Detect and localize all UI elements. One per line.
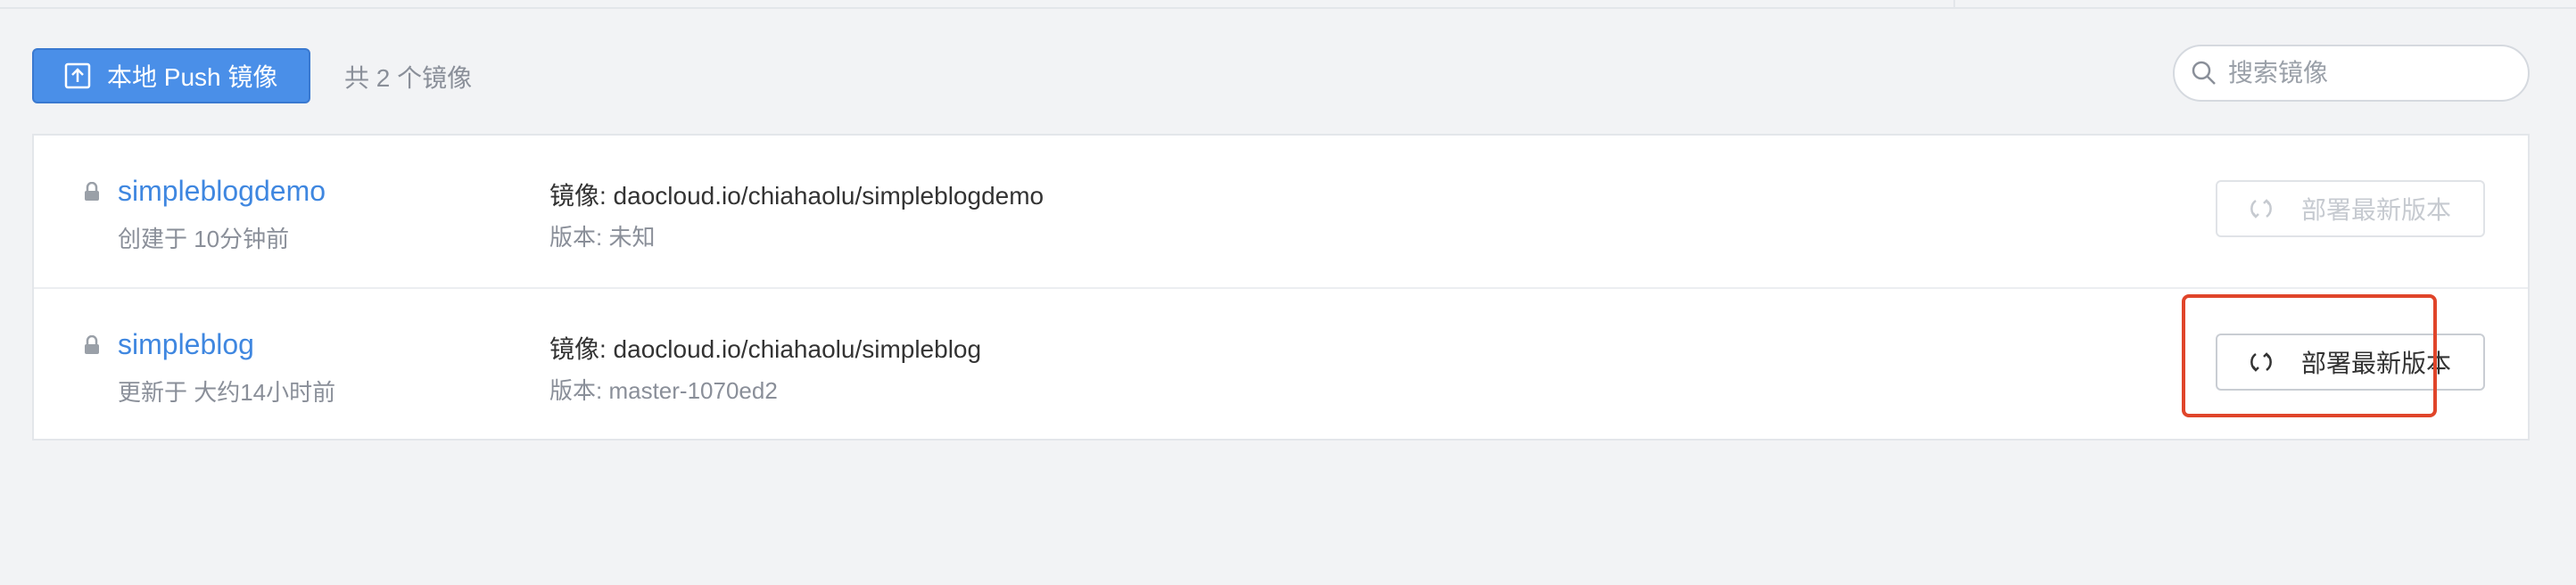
refresh-icon (2248, 349, 2275, 375)
deploy-latest-label: 部署最新版本 (2301, 350, 2452, 377)
local-push-image-label: 本地 Push 镜像 (107, 63, 278, 91)
image-count: 共 2 个镜像 (344, 64, 473, 92)
image-address: 镜像: daocloud.io/chiahaolu/simpleblogdemo (549, 182, 1044, 210)
lock-icon (84, 181, 100, 202)
search-icon (2191, 60, 2217, 87)
repo-time: 更新于 大约14小时前 (118, 379, 336, 406)
refresh-icon (2248, 195, 2275, 222)
repo-name-link[interactable]: simpleblogdemo (118, 175, 326, 208)
search-input[interactable] (2226, 58, 2515, 88)
toolbar: 本地 Push 镜像 共 2 个镜像 (0, 0, 2576, 134)
deploy-latest-button[interactable]: 部署最新版本 (2216, 334, 2485, 391)
image-address: 镜像: daocloud.io/chiahaolu/simpleblog (549, 335, 982, 363)
lock-icon (84, 334, 100, 355)
search-box[interactable] (2173, 45, 2530, 102)
image-list-row: simpleblogdemo 创建于 10分钟前 镜像: daocloud.io… (34, 136, 2528, 289)
repo-time: 创建于 10分钟前 (118, 226, 290, 252)
image-version: 版本: master-1070ed2 (549, 377, 778, 404)
upload-icon (64, 62, 91, 89)
deploy-latest-label: 部署最新版本 (2301, 196, 2452, 224)
local-push-image-button[interactable]: 本地 Push 镜像 (32, 48, 310, 103)
image-list: simpleblogdemo 创建于 10分钟前 镜像: daocloud.io… (32, 134, 2530, 441)
image-version: 版本: 未知 (549, 224, 656, 251)
deploy-latest-button[interactable]: 部署最新版本 (2216, 180, 2485, 237)
repo-name-link[interactable]: simpleblog (118, 328, 254, 361)
image-list-row: simpleblog 更新于 大约14小时前 镜像: daocloud.io/c… (34, 287, 2528, 442)
